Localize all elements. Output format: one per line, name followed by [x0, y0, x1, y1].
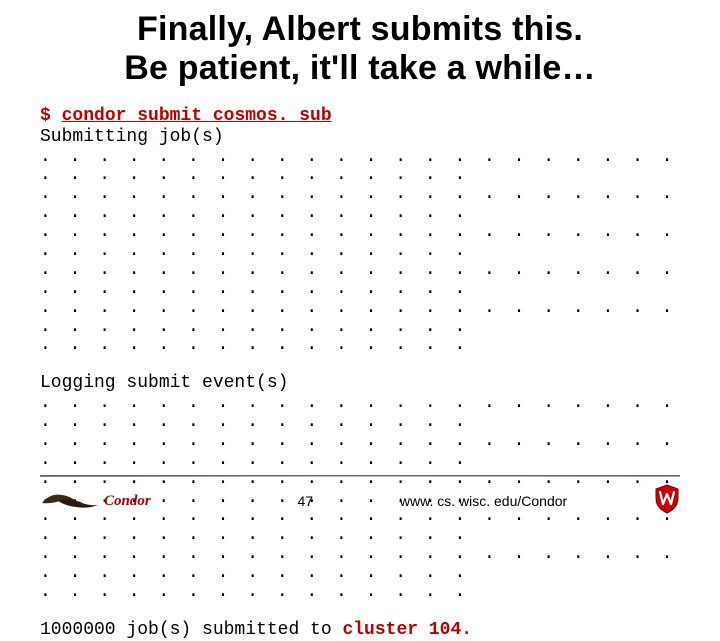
- event-dots-6: . . . . . . . . . . . . . . .: [40, 583, 680, 602]
- submitting-line: Submitting job(s): [40, 127, 224, 147]
- progress-dots-4: . . . . . . . . . . . . . . . . . . . . …: [40, 261, 680, 299]
- logging-line: Logging submit event(s): [40, 373, 680, 394]
- result-line: 1000000 job(s) submitted to cluster 104.: [40, 620, 680, 641]
- condor-logo: Condor: [40, 489, 151, 513]
- footer: Condor 47 www. cs. wisc. edu/Condor: [40, 475, 680, 518]
- shell-command: condor_submit cosmos. sub: [62, 106, 332, 126]
- progress-dots-2: . . . . . . . . . . . . . . . . . . . . …: [40, 185, 680, 223]
- event-dots-5: . . . . . . . . . . . . . . . . . . . . …: [40, 545, 680, 583]
- progress-dots-6: . . . . . . . . . . . . . . .: [40, 336, 680, 355]
- progress-dots-1: . . . . . . . . . . . . . . . . . . . . …: [40, 148, 680, 186]
- footer-url: www. cs. wisc. edu/Condor: [400, 493, 567, 509]
- result-cluster: cluster 104.: [342, 620, 472, 640]
- title-line-2: Be patient, it'll take a while…: [124, 49, 596, 87]
- progress-dots-3: . . . . . . . . . . . . . . . . . . . . …: [40, 223, 680, 261]
- footer-rule: [40, 475, 680, 478]
- footer-row: Condor 47 www. cs. wisc. edu/Condor: [40, 484, 680, 518]
- event-dots-2: . . . . . . . . . . . . . . . . . . . . …: [40, 432, 680, 470]
- title-line-1: Finally, Albert submits this.: [137, 10, 583, 48]
- slide-title: Finally, Albert submits this. Be patient…: [40, 10, 680, 88]
- page-number: 47: [298, 493, 314, 509]
- condor-logo-text: Condor: [104, 493, 151, 510]
- slide: Finally, Albert submits this. Be patient…: [0, 0, 720, 540]
- progress-dots-5: . . . . . . . . . . . . . . . . . . . . …: [40, 299, 680, 337]
- result-prefix: 1000000 job(s) submitted to: [40, 620, 342, 640]
- uw-crest-icon: [654, 484, 680, 518]
- event-dots-1: . . . . . . . . . . . . . . . . . . . . …: [40, 394, 680, 432]
- terminal-block: $ condor_submit cosmos. sub Submitting j…: [40, 106, 680, 147]
- eagle-icon: [40, 489, 100, 513]
- shell-prompt: $: [40, 106, 62, 126]
